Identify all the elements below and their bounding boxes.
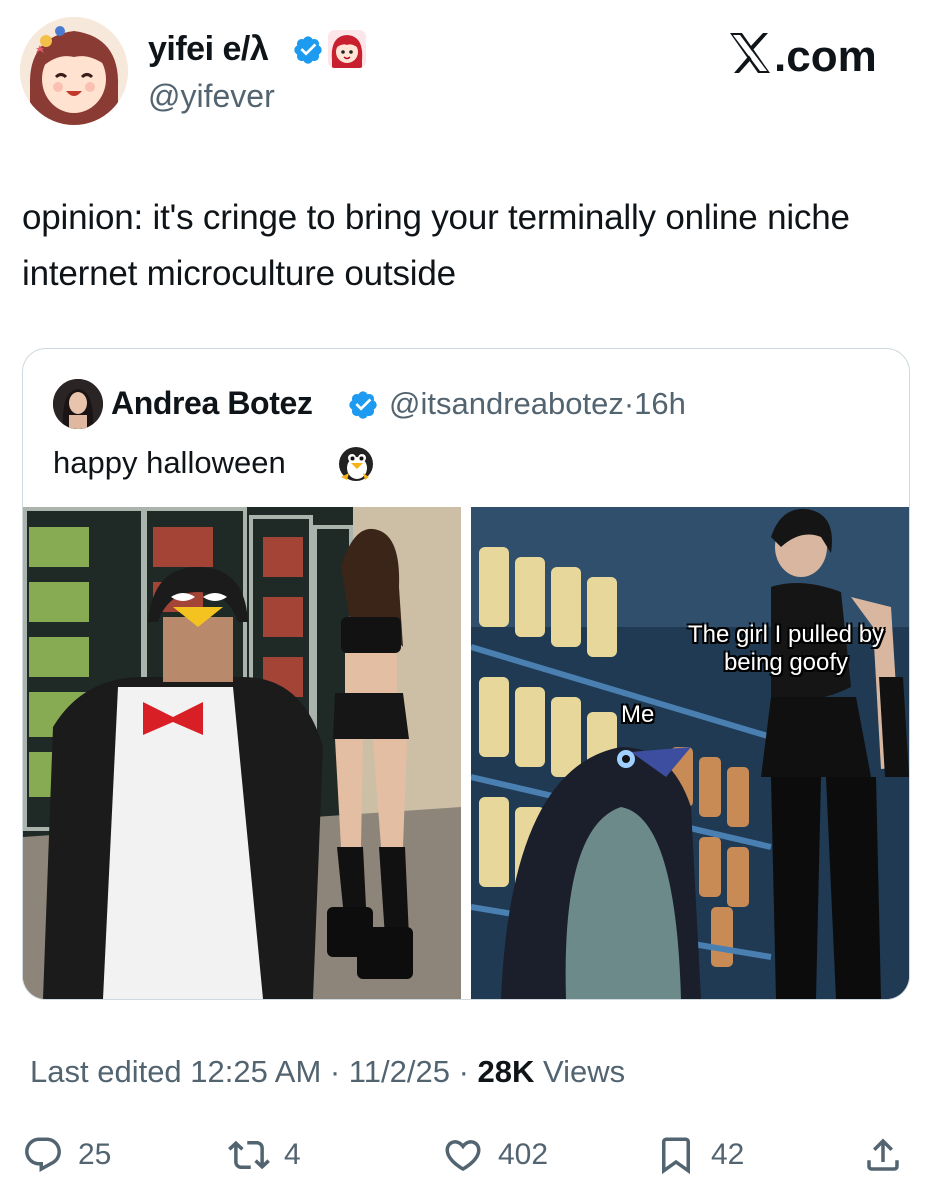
quote-author-avatar[interactable] xyxy=(53,379,103,429)
tweet-meta: Last edited 12:25 AM · 11/2/25 · 28K Vie… xyxy=(30,1054,625,1090)
reply-button[interactable]: 25 xyxy=(22,1130,111,1180)
x-com-label: .com xyxy=(774,32,877,78)
avatar-illustration xyxy=(20,17,128,125)
quote-separator: · xyxy=(623,386,635,421)
quoted-tweet-card[interactable]: Andrea Botez @itsandreabotez·16h happy h… xyxy=(22,348,910,1000)
meta-separator: · xyxy=(449,1054,478,1089)
share-icon xyxy=(867,1138,899,1171)
x-icon xyxy=(730,33,770,73)
like-button[interactable]: 402 xyxy=(442,1130,548,1180)
repost-icon xyxy=(228,1140,270,1170)
author-display-name[interactable]: yifei e/λ xyxy=(148,30,269,69)
verified-badge-icon xyxy=(294,36,322,64)
bookmark-icon xyxy=(662,1137,690,1175)
quote-text: happy halloween xyxy=(53,445,286,480)
meme-label-girl-line1: The girl I pulled by xyxy=(687,621,885,648)
x-com-logo: .com xyxy=(730,28,880,81)
meme-label-girl-line2: being goofy xyxy=(723,649,849,676)
repost-count: 4 xyxy=(284,1138,301,1171)
quote-author-name[interactable]: Andrea Botez xyxy=(111,385,313,422)
heart-icon xyxy=(445,1140,481,1172)
halloween-photo[interactable] xyxy=(23,507,461,999)
tweet-text: opinion: it's cringe to bring your termi… xyxy=(22,198,850,293)
edited-timestamp[interactable]: Last edited 12:25 AM · 11/2/25 xyxy=(30,1054,450,1089)
author-handle[interactable]: @yifever xyxy=(148,78,275,115)
like-count: 402 xyxy=(498,1138,549,1171)
quote-verified-badge-icon xyxy=(349,391,377,419)
reply-count: 25 xyxy=(78,1138,112,1171)
quote-handle-and-time[interactable]: @itsandreabotez·16h xyxy=(389,386,686,422)
meme-label-girl: The girl I pulled by being goofy xyxy=(671,621,901,677)
share-button[interactable] xyxy=(862,1130,904,1180)
views-label: Views xyxy=(534,1054,626,1089)
anime-character-badge-icon xyxy=(328,30,366,68)
quote-handle[interactable]: @itsandreabotez xyxy=(389,386,624,421)
quote-time[interactable]: 16h xyxy=(634,386,686,421)
repost-button[interactable]: 4 xyxy=(228,1130,301,1180)
anime-meme-image[interactable]: The girl I pulled by being goofy Me xyxy=(471,507,909,999)
author-avatar[interactable] xyxy=(20,17,128,125)
bookmark-button[interactable]: 42 xyxy=(655,1130,744,1180)
bookmark-count: 42 xyxy=(711,1138,745,1171)
meme-label-me: Me xyxy=(621,701,655,728)
penguin-emoji-icon xyxy=(339,447,373,481)
views-count: 28K xyxy=(477,1054,535,1089)
reply-icon xyxy=(25,1137,61,1172)
